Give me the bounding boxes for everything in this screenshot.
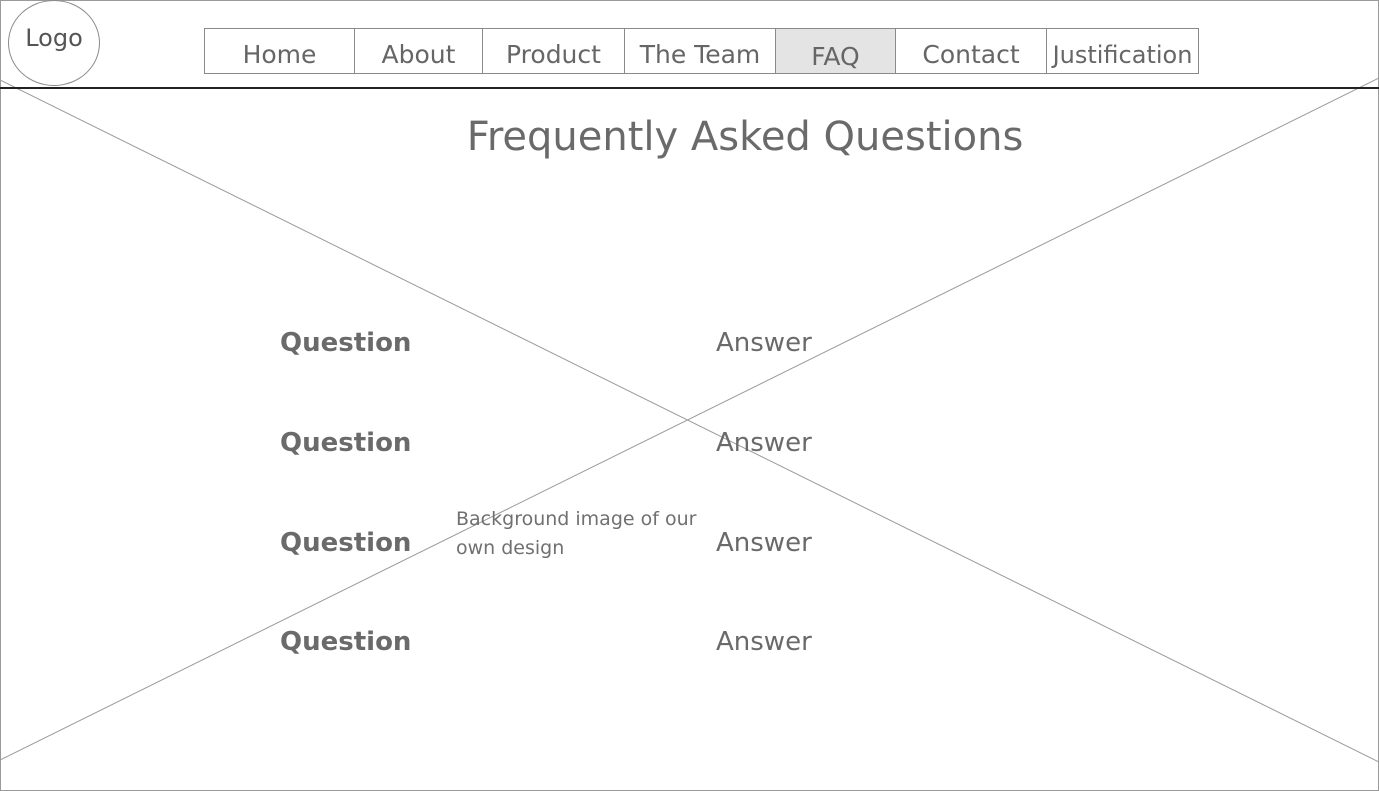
main-nav: Home About Product The Team FAQ Contact … (204, 28, 1199, 74)
faq-question[interactable]: Question (280, 528, 411, 558)
faq-item: Question Answer (0, 627, 1379, 667)
nav-item-the-team[interactable]: The Team (625, 29, 776, 73)
faq-answer: Answer (716, 328, 812, 358)
faq-question[interactable]: Question (280, 627, 411, 657)
faq-question[interactable]: Question (280, 328, 411, 358)
logo-label: Logo (25, 24, 83, 52)
logo[interactable]: Logo (8, 0, 100, 86)
nav-item-contact[interactable]: Contact (896, 29, 1047, 73)
nav-item-about[interactable]: About (355, 29, 483, 73)
faq-answer: Answer (716, 627, 812, 657)
faq-item: Question Answer (0, 328, 1379, 368)
nav-item-home[interactable]: Home (205, 29, 355, 73)
nav-item-faq[interactable]: FAQ (776, 29, 896, 73)
faq-item: Question Answer (0, 428, 1379, 468)
faq-answer: Answer (716, 428, 812, 458)
page-title: Frequently Asked Questions (466, 114, 1024, 160)
header-divider (0, 87, 1379, 89)
background-image-note: Background image of our own design (456, 508, 697, 559)
faq-answer: Answer (716, 528, 812, 558)
nav-item-product[interactable]: Product (483, 29, 625, 73)
faq-question[interactable]: Question (280, 428, 411, 458)
nav-item-justification[interactable]: Justification (1047, 29, 1198, 73)
